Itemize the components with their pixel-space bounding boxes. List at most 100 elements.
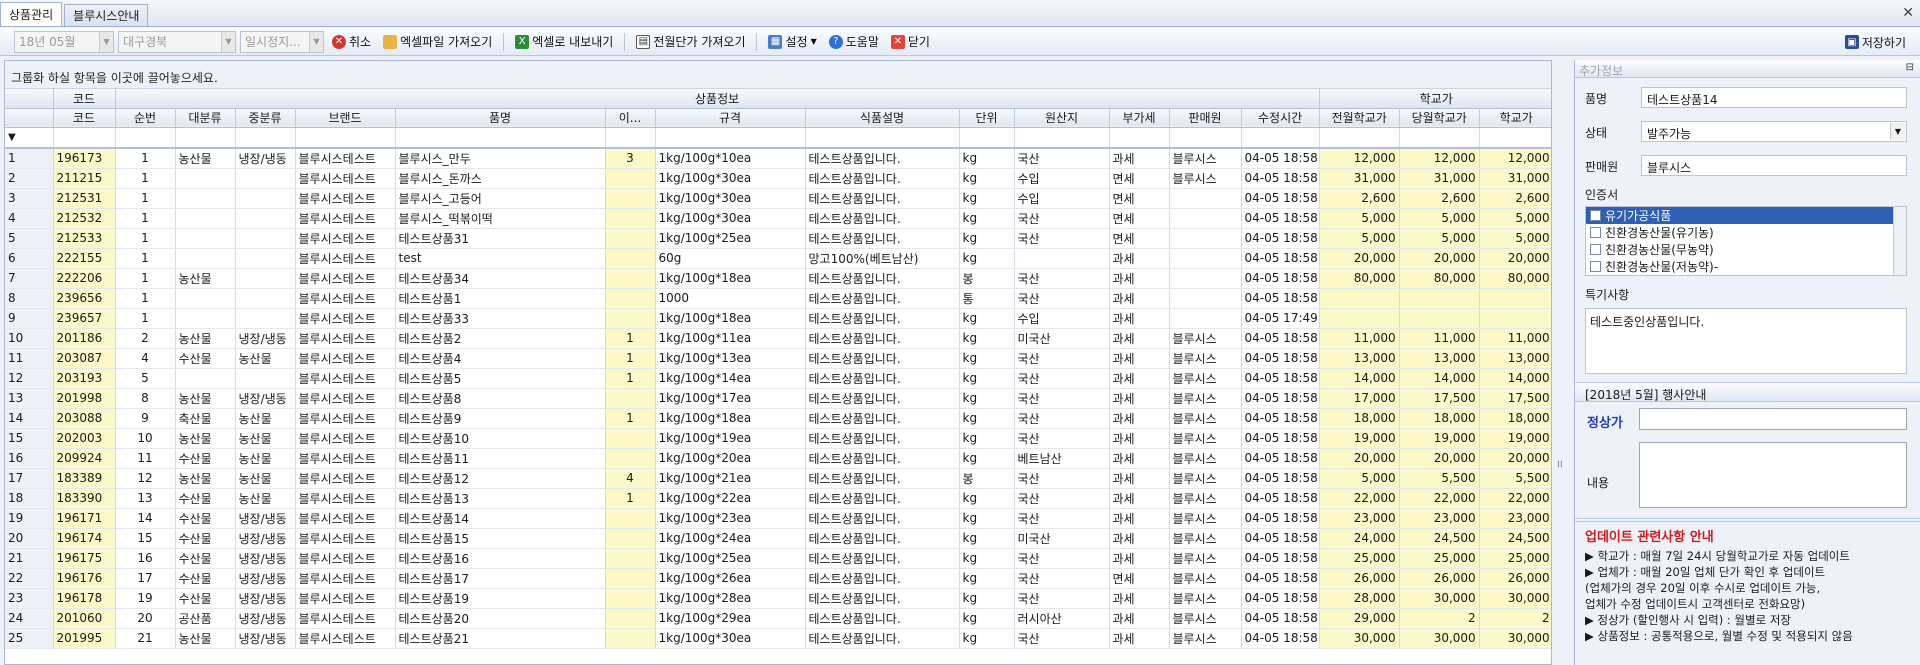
table-cell[interactable]: 19	[115, 588, 176, 609]
table-cell[interactable]: 블루시스	[1169, 428, 1242, 449]
table-cell[interactable]: 19,000	[1399, 428, 1480, 449]
table-cell[interactable]: 테스트상품입니다.	[805, 308, 960, 329]
table-cell[interactable]: 블루시스테스트	[295, 208, 396, 229]
table-row[interactable]: 3 212531 1 블루시스테스트 블루시스_고등어 1kg/100g*30ea 테스트상…	[5, 188, 1551, 209]
filter-cell[interactable]	[235, 127, 296, 149]
table-cell[interactable]: 블루시스	[1169, 148, 1242, 169]
table-cell[interactable]: 31,000	[1399, 168, 1480, 189]
table-cell[interactable]: 1	[115, 148, 176, 169]
table-cell[interactable]: 04-05 18:58	[1241, 528, 1320, 549]
table-cell[interactable]: 04-05 18:58	[1241, 268, 1320, 289]
filter-cell[interactable]	[1014, 127, 1110, 149]
table-cell[interactable]: 2	[115, 328, 176, 349]
table-cell[interactable]: 수입	[1014, 168, 1110, 189]
filter-cell[interactable]	[655, 127, 806, 149]
table-cell[interactable]: 1	[605, 348, 656, 369]
table-cell[interactable]: 5,500	[1479, 468, 1551, 489]
table-cell[interactable]: 블루시스	[1169, 608, 1242, 629]
table-cell[interactable]: 212533	[53, 228, 116, 249]
column-header[interactable]: 당월학교가	[1399, 108, 1480, 128]
table-cell[interactable]: 테스트상품33	[395, 308, 606, 329]
table-cell[interactable]	[605, 508, 656, 529]
table-cell[interactable]: 24,000	[1319, 528, 1400, 549]
table-cell[interactable]: 면세	[1109, 208, 1170, 229]
table-cell[interactable]: 테스트상품입니다.	[805, 528, 960, 549]
band-code[interactable]: 코드	[53, 89, 116, 109]
table-cell[interactable]: kg	[959, 408, 1015, 429]
column-header[interactable]: 수정시간	[1241, 108, 1320, 128]
table-cell[interactable]: 테스트상품34	[395, 268, 606, 289]
table-cell[interactable]: kg	[959, 168, 1015, 189]
status-select[interactable]: 발주가능 ▼	[1641, 121, 1907, 142]
table-cell[interactable]	[605, 248, 656, 269]
table-cell[interactable]: 과세	[1109, 548, 1170, 569]
table-cell[interactable]: 블루시스	[1169, 368, 1242, 389]
table-cell[interactable]: 17,500	[1479, 388, 1551, 409]
table-cell[interactable]: 196178	[53, 588, 116, 609]
table-cell[interactable]: 22,000	[1399, 488, 1480, 509]
table-cell[interactable]: 테스트상품입니다.	[805, 628, 960, 649]
table-row[interactable]: 6 222155 1 블루시스테스트 test 60g 망고100%(베트남산) kg 과세 04…	[5, 248, 1551, 269]
table-cell[interactable]: 테스트상품17	[395, 568, 606, 589]
table-cell[interactable]: 테스트상품입니다.	[805, 328, 960, 349]
table-cell[interactable]	[1319, 308, 1400, 329]
table-cell[interactable]: 15	[115, 528, 176, 549]
table-cell[interactable]: 30,000	[1479, 588, 1551, 609]
table-cell[interactable]	[1169, 288, 1242, 309]
table-cell[interactable]: 수산물	[175, 488, 236, 509]
table-cell[interactable]: 203087	[53, 348, 116, 369]
table-cell[interactable]: 봉	[959, 268, 1015, 289]
cert-item[interactable]: 친환경농산물(저농약)-	[1586, 258, 1906, 275]
table-cell[interactable]: 과세	[1109, 448, 1170, 469]
table-cell[interactable]: 1kg/100g*10ea	[655, 148, 806, 169]
table-cell[interactable]: 테스트상품21	[395, 628, 606, 649]
table-cell[interactable]: 블루시스테스트	[295, 148, 396, 169]
table-cell[interactable]: 1	[115, 168, 176, 189]
table-cell[interactable]: kg	[959, 248, 1015, 269]
cert-item[interactable]: 유기가공식품	[1586, 207, 1906, 224]
table-cell[interactable]: 1	[115, 188, 176, 209]
table-cell[interactable]: 블루시스테스트	[295, 368, 396, 389]
table-cell[interactable]: 5	[115, 368, 176, 389]
table-cell[interactable]: 미국산	[1014, 328, 1110, 349]
table-cell[interactable]: 테스트상품입니다.	[805, 348, 960, 369]
band-product-info[interactable]: 상품정보	[115, 89, 1320, 109]
table-cell[interactable]	[1319, 288, 1400, 309]
chevron-down-icon[interactable]: ▼	[221, 31, 235, 52]
chevron-down-icon[interactable]: ▼	[1890, 123, 1905, 140]
table-cell[interactable]: 26,000	[1479, 568, 1551, 589]
table-cell[interactable]: 14,000	[1319, 368, 1400, 389]
table-cell[interactable]: 블루시스	[1169, 328, 1242, 349]
table-row[interactable]: 2 211215 1 블루시스테스트 블루시스_돈까스 1kg/100g*30ea 테스트상…	[5, 168, 1551, 189]
table-cell[interactable]: 농산물	[175, 328, 236, 349]
table-cell[interactable]: 테스트상품9	[395, 408, 606, 429]
table-cell[interactable]: 5,000	[1319, 468, 1400, 489]
table-cell[interactable]: 블루시스테스트	[295, 408, 396, 429]
table-cell[interactable]: 201186	[53, 328, 116, 349]
table-cell[interactable]	[175, 168, 236, 189]
table-cell[interactable]: 블루시스테스트	[295, 608, 396, 629]
table-cell[interactable]: 국산	[1014, 368, 1110, 389]
table-cell[interactable]: 24,500	[1399, 528, 1480, 549]
table-cell[interactable]	[1014, 248, 1110, 269]
table-cell[interactable]: 1kg/100g*17ea	[655, 388, 806, 409]
table-row[interactable]: 7 222206 1 농산물 블루시스테스트 테스트상품34 1kg/100g*18ea 테스…	[5, 268, 1551, 289]
table-cell[interactable]: 1	[605, 368, 656, 389]
table-cell[interactable]: 블루시스	[1169, 388, 1242, 409]
table-cell[interactable]: 농산물	[235, 408, 296, 429]
table-cell[interactable]: 1kg/100g*28ea	[655, 588, 806, 609]
chevron-down-icon[interactable]: ▼	[99, 31, 113, 52]
table-cell[interactable]: 212531	[53, 188, 116, 209]
table-cell[interactable]: 8	[115, 388, 176, 409]
table-cell[interactable]: 18,000	[1319, 408, 1400, 429]
table-cell[interactable]: 테스트상품입니다.	[805, 368, 960, 389]
table-cell[interactable]	[175, 248, 236, 269]
table-cell[interactable]: 농산물	[235, 348, 296, 369]
table-cell[interactable]	[605, 428, 656, 449]
table-cell[interactable]: 12,000	[1319, 148, 1400, 169]
table-cell[interactable]: 1kg/100g*18ea	[655, 308, 806, 329]
table-cell[interactable]	[235, 248, 296, 269]
table-cell[interactable]: 20	[115, 608, 176, 629]
table-cell[interactable]: 농산물	[175, 268, 236, 289]
export-excel-button[interactable]: X 엑셀로 내보내기	[511, 31, 617, 53]
